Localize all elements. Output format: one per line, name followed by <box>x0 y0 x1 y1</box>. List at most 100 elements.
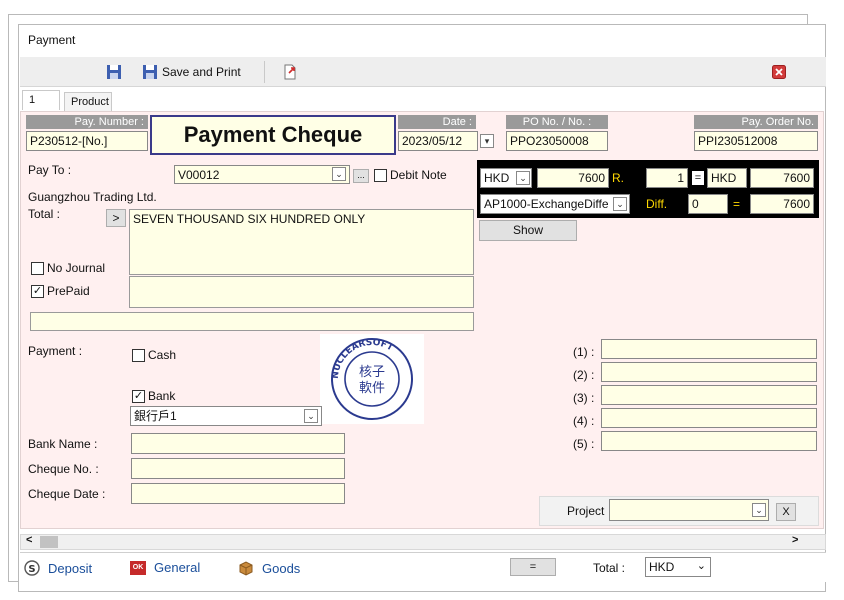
project-clear-button[interactable]: X <box>776 503 796 521</box>
bank-name-label: Bank Name : <box>28 437 98 451</box>
goods-link[interactable]: Goods <box>238 560 300 576</box>
scroll-right-arrow[interactable]: > <box>792 534 798 546</box>
date-dropdown[interactable]: ▾ <box>480 134 494 148</box>
memo-field[interactable] <box>30 312 474 331</box>
cheque-date-field[interactable] <box>131 483 345 504</box>
tab-product[interactable]: Product <box>64 92 112 112</box>
debit-note-label: Debit Note <box>390 168 447 182</box>
chevron-down-icon: ⌄ <box>519 173 527 183</box>
show-button[interactable]: Show <box>479 220 577 241</box>
goods-label: Goods <box>262 560 301 576</box>
chevron-down-icon: ⌄ <box>335 169 343 179</box>
save-button[interactable] <box>106 61 122 83</box>
note-4-field[interactable] <box>601 408 817 428</box>
chevron-down-icon: ⌄ <box>616 199 624 209</box>
no-journal-checkbox[interactable] <box>31 262 44 275</box>
diff-result-field[interactable]: 7600 <box>750 194 814 214</box>
cash-label: Cash <box>148 348 177 362</box>
note-2-field[interactable] <box>601 362 817 382</box>
status-currency-select[interactable]: HKD ⌄ <box>645 557 711 577</box>
close-button[interactable] <box>772 61 786 83</box>
cheque-no-label: Cheque No. : <box>28 462 99 476</box>
general-ok-icon: OK <box>130 560 146 575</box>
chevron-down-icon: ▾ <box>484 136 490 146</box>
nuclearsoft-seal-icon: NUCLEARSOFT 核子 軟件 <box>331 338 413 420</box>
note-2-label: (2) : <box>573 368 595 382</box>
payment-label: Payment : <box>28 344 83 358</box>
general-link[interactable]: OK General <box>130 560 200 575</box>
bank-checkbox[interactable]: ✓ <box>132 390 145 403</box>
remark-field[interactable] <box>129 276 474 308</box>
note-4-label: (4) : <box>573 414 595 428</box>
prepaid-label: PrePaid <box>47 284 90 298</box>
deposit-label: Deposit <box>48 560 93 576</box>
status-total-label: Total : <box>593 561 626 575</box>
diff-field[interactable]: 0 <box>688 194 728 214</box>
bank-account-dropdown[interactable]: ⌄ <box>304 409 318 423</box>
close-icon <box>772 65 786 79</box>
bank-account-select[interactable]: 銀行戶1 <box>130 406 322 426</box>
floppy-disk-icon <box>107 65 121 79</box>
svg-text:S: S <box>28 564 35 575</box>
currency-dropdown[interactable]: ⌄ <box>516 171 530 185</box>
floppy-disk-icon <box>143 65 157 79</box>
pay-to-label: Pay To : <box>28 163 72 177</box>
pay-order-label: Pay. Order No. <box>694 115 818 129</box>
amount-in-words-field[interactable]: SEVEN THOUSAND SIX HUNDRED ONLY <box>129 209 474 275</box>
note-5-field[interactable] <box>601 431 817 451</box>
rate-field[interactable]: 1 <box>646 168 688 188</box>
note-1-field[interactable] <box>601 339 817 359</box>
converted-amount-field[interactable]: 7600 <box>750 168 814 188</box>
total-label: Total : <box>28 207 61 221</box>
project-label: Project <box>567 504 605 518</box>
exchange-account-select[interactable]: AP1000-ExchangeDiffe <box>480 194 630 214</box>
svg-text:核子: 核子 <box>359 365 385 380</box>
tab-1[interactable]: 1 <box>22 90 60 110</box>
po-number-label: PO No. / No. : <box>506 115 608 129</box>
toolbar-separator <box>264 61 265 83</box>
rate-label: R. <box>612 171 624 185</box>
svg-text:軟件: 軟件 <box>359 380 385 396</box>
save-and-print-button[interactable]: Save and Print <box>142 61 241 83</box>
bank-name-field[interactable] <box>131 433 345 454</box>
pay-to-code-field[interactable]: V00012 <box>174 165 350 184</box>
pay-order-field[interactable]: PPI230512008 <box>694 131 818 151</box>
window-title: Payment <box>28 33 76 47</box>
bottom-bar: S Deposit OK General Goods = Total : HKD… <box>20 552 826 582</box>
deposit-coin-icon: S <box>24 560 40 576</box>
cheque-date-label: Cheque Date : <box>28 487 106 501</box>
total-expand-button[interactable]: > <box>106 209 126 227</box>
bank-label: Bank <box>148 389 176 403</box>
scrollbar-thumb[interactable] <box>40 536 58 548</box>
note-3-field[interactable] <box>601 385 817 405</box>
chevron-down-icon: ⌄ <box>755 505 763 515</box>
exchange-amount-field[interactable]: 7600 <box>537 168 609 188</box>
cheque-no-field[interactable] <box>131 458 345 479</box>
equals-button[interactable]: = <box>510 558 556 576</box>
date-field[interactable]: 2023/05/12 <box>398 131 478 151</box>
scroll-left-arrow[interactable]: < <box>26 534 32 546</box>
account-dropdown[interactable]: ⌄ <box>613 197 627 211</box>
prepaid-checkbox[interactable]: ✓ <box>31 285 44 298</box>
note-5-label: (5) : <box>573 437 595 451</box>
equals-sign: = <box>733 197 741 211</box>
pay-number-field[interactable]: P230512-[No.] <box>26 131 148 151</box>
horizontal-scrollbar[interactable] <box>20 534 826 550</box>
note-1-label: (1) : <box>573 345 595 359</box>
pay-to-dropdown[interactable]: ⌄ <box>332 167 346 181</box>
target-currency-field[interactable]: HKD <box>707 168 747 188</box>
deposit-link[interactable]: S Deposit <box>24 560 92 576</box>
status-currency-value: HKD <box>649 560 675 574</box>
goods-box-icon <box>239 561 253 576</box>
project-select[interactable] <box>609 499 769 521</box>
pay-to-lookup-button[interactable]: ... <box>353 169 369 183</box>
cash-checkbox[interactable] <box>132 349 145 362</box>
project-dropdown[interactable]: ⌄ <box>752 503 766 517</box>
export-button[interactable] <box>282 61 298 83</box>
po-number-field[interactable]: PPO23050008 <box>506 131 608 151</box>
save-and-print-label: Save and Print <box>162 65 241 79</box>
chevron-down-icon: ⌄ <box>307 411 315 421</box>
debit-note-checkbox[interactable] <box>374 169 387 182</box>
equals-sign: = <box>692 171 704 185</box>
company-stamp: NUCLEARSOFT 核子 軟件 <box>320 334 424 424</box>
